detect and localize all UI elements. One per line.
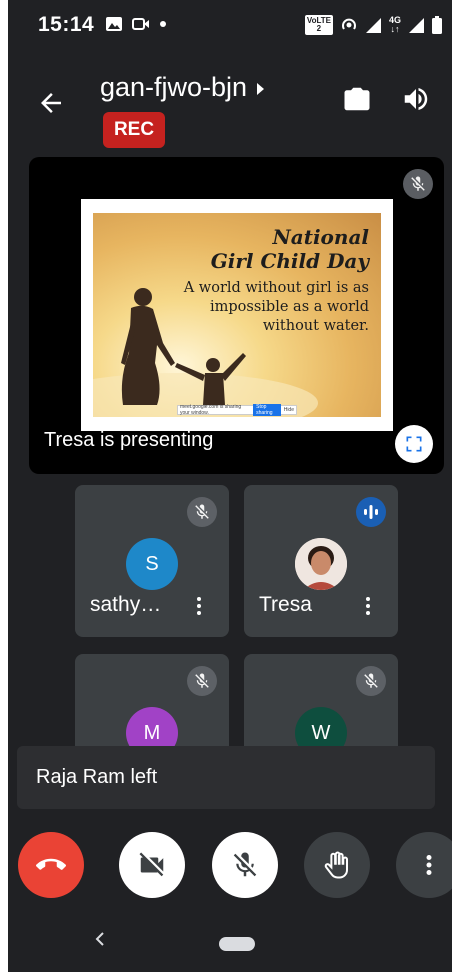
presenting-caption: Tresa is presenting <box>44 429 214 451</box>
status-bar: 15:14 VoLTE 2 4G ↓↑ <box>8 0 452 52</box>
muted-badge <box>187 666 217 696</box>
switch-camera-icon[interactable] <box>342 84 372 114</box>
toast-message: Raja Ram left <box>36 766 158 788</box>
signal-sim2-icon <box>409 17 424 33</box>
raise-hand-button[interactable] <box>304 832 370 898</box>
hide-share-bar-button: Hide <box>283 407 294 413</box>
speaker-volume-icon[interactable] <box>401 84 431 114</box>
camera-toggle-button[interactable] <box>119 832 185 898</box>
nav-home-pill[interactable] <box>219 937 255 951</box>
back-arrow-icon[interactable] <box>36 88 66 118</box>
chevron-right-icon <box>257 82 265 95</box>
audio-level-icon <box>364 505 378 519</box>
fullscreen-icon <box>406 436 422 452</box>
stop-sharing-button: Stop sharing <box>253 404 281 416</box>
participant-tile-tresa[interactable]: Tresa <box>244 485 398 637</box>
avatar <box>295 538 347 590</box>
mic-off-icon <box>195 673 209 688</box>
phone-screen: 15:14 VoLTE 2 4G ↓↑ gan-fjwo-bjn REC Nat… <box>8 0 452 972</box>
profile-photo-image <box>295 538 347 590</box>
volte-indicator: VoLTE 2 <box>304 15 333 35</box>
fullscreen-button[interactable] <box>395 425 433 463</box>
avatar: S <box>126 538 178 590</box>
meeting-header: gan-fjwo-bjn REC <box>8 62 452 157</box>
raise-hand-icon <box>324 851 348 879</box>
battery-icon <box>432 16 442 34</box>
more-vert-icon[interactable] <box>193 597 205 621</box>
speaking-badge <box>356 497 386 527</box>
slide-title-line2: Girl Child Day <box>210 249 369 273</box>
mic-off-icon <box>411 176 425 191</box>
status-time: 15:14 <box>38 13 95 36</box>
mic-off-icon <box>364 673 378 688</box>
participant-tile-sathy[interactable]: S sathy… <box>75 485 229 637</box>
mic-off-icon <box>195 504 209 519</box>
share-notification-bar: meet.google.com is sharing your window. … <box>177 404 297 416</box>
muted-badge <box>187 497 217 527</box>
more-vert-icon[interactable] <box>362 597 374 621</box>
meeting-code: gan-fjwo-bjn <box>100 72 248 102</box>
nav-back-icon[interactable] <box>94 932 108 946</box>
more-options-button[interactable] <box>396 832 452 898</box>
muted-badge <box>356 666 386 696</box>
participant-left-toast: Raja Ram left <box>17 746 435 809</box>
mic-toggle-button[interactable] <box>212 832 278 898</box>
network-type: 4G ↓↑ <box>388 15 401 34</box>
meeting-title[interactable]: gan-fjwo-bjn <box>100 72 265 103</box>
participant-name: sathy… <box>90 593 162 616</box>
video-off-icon <box>139 852 164 877</box>
presentation-tile[interactable]: National Girl Child Day A world without … <box>29 157 444 474</box>
video-notification-icon <box>132 18 149 30</box>
shared-slide: National Girl Child Day A world without … <box>81 199 393 431</box>
signal-icon <box>365 17 381 33</box>
end-call-button[interactable] <box>18 832 84 898</box>
gallery-notification-icon <box>106 17 122 31</box>
mic-off-icon <box>233 852 257 877</box>
more-vert-icon <box>426 855 432 875</box>
participant-name: Tresa <box>259 593 312 616</box>
recording-badge: REC <box>103 112 165 148</box>
slide-body-text: A world without girl is as impossible as… <box>183 280 369 334</box>
phone-hangup-icon <box>36 858 66 870</box>
slide-title-line1: National <box>272 225 369 249</box>
presenter-muted-badge <box>403 169 433 199</box>
hotspot-icon <box>342 18 356 30</box>
dot-notification-icon <box>160 21 166 27</box>
